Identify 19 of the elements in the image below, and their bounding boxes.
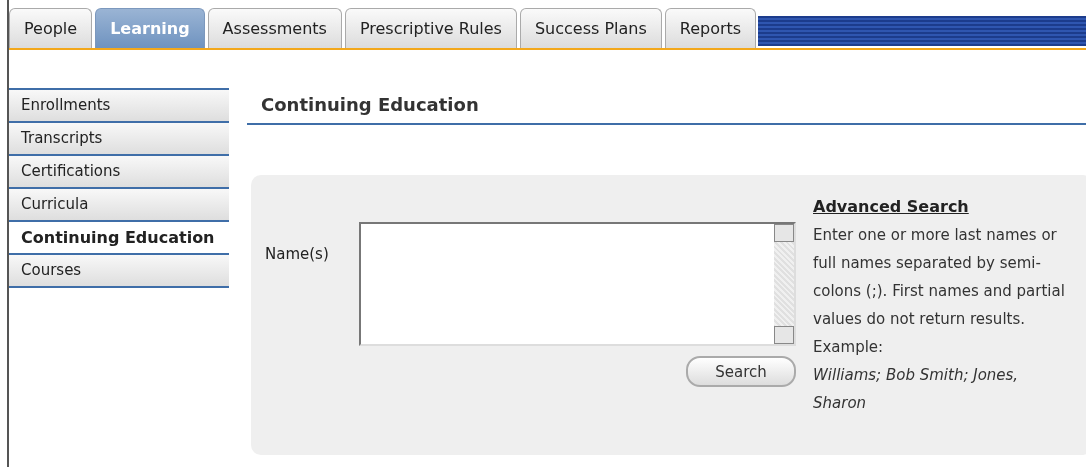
sidebar-item[interactable]: Transcripts: [9, 121, 229, 154]
page-heading: Continuing Education: [247, 94, 1086, 125]
names-input-field[interactable]: [359, 222, 796, 346]
search-button[interactable]: Search: [686, 356, 796, 387]
nav-tab[interactable]: People: [9, 8, 93, 48]
scrollbar[interactable]: [774, 224, 794, 344]
advanced-search-link[interactable]: Advanced Search: [813, 193, 1073, 221]
sidebar-item[interactable]: Certifications: [9, 154, 229, 187]
help-text: Enter one or more last names or full names separated by semi-colons (;). First names and partial values do not return results.: [813, 225, 1066, 330]
sidebar-item[interactable]: Enrollments: [9, 88, 229, 121]
example-text: Williams; Bob Smith; Jones, Sharon: [813, 365, 1020, 414]
nav-tab[interactable]: Success Plans: [519, 8, 662, 48]
sidebar-item[interactable]: Courses: [9, 253, 229, 288]
nav-tab[interactable]: Assessments: [207, 8, 342, 48]
sidebar-item[interactable]: Curricula: [9, 187, 229, 220]
nav-tab[interactable]: Reports: [664, 8, 757, 48]
nav-tab[interactable]: Prescriptive Rules: [344, 8, 517, 48]
field-label: Name(s): [265, 245, 330, 265]
example-label: Example:: [813, 337, 885, 358]
